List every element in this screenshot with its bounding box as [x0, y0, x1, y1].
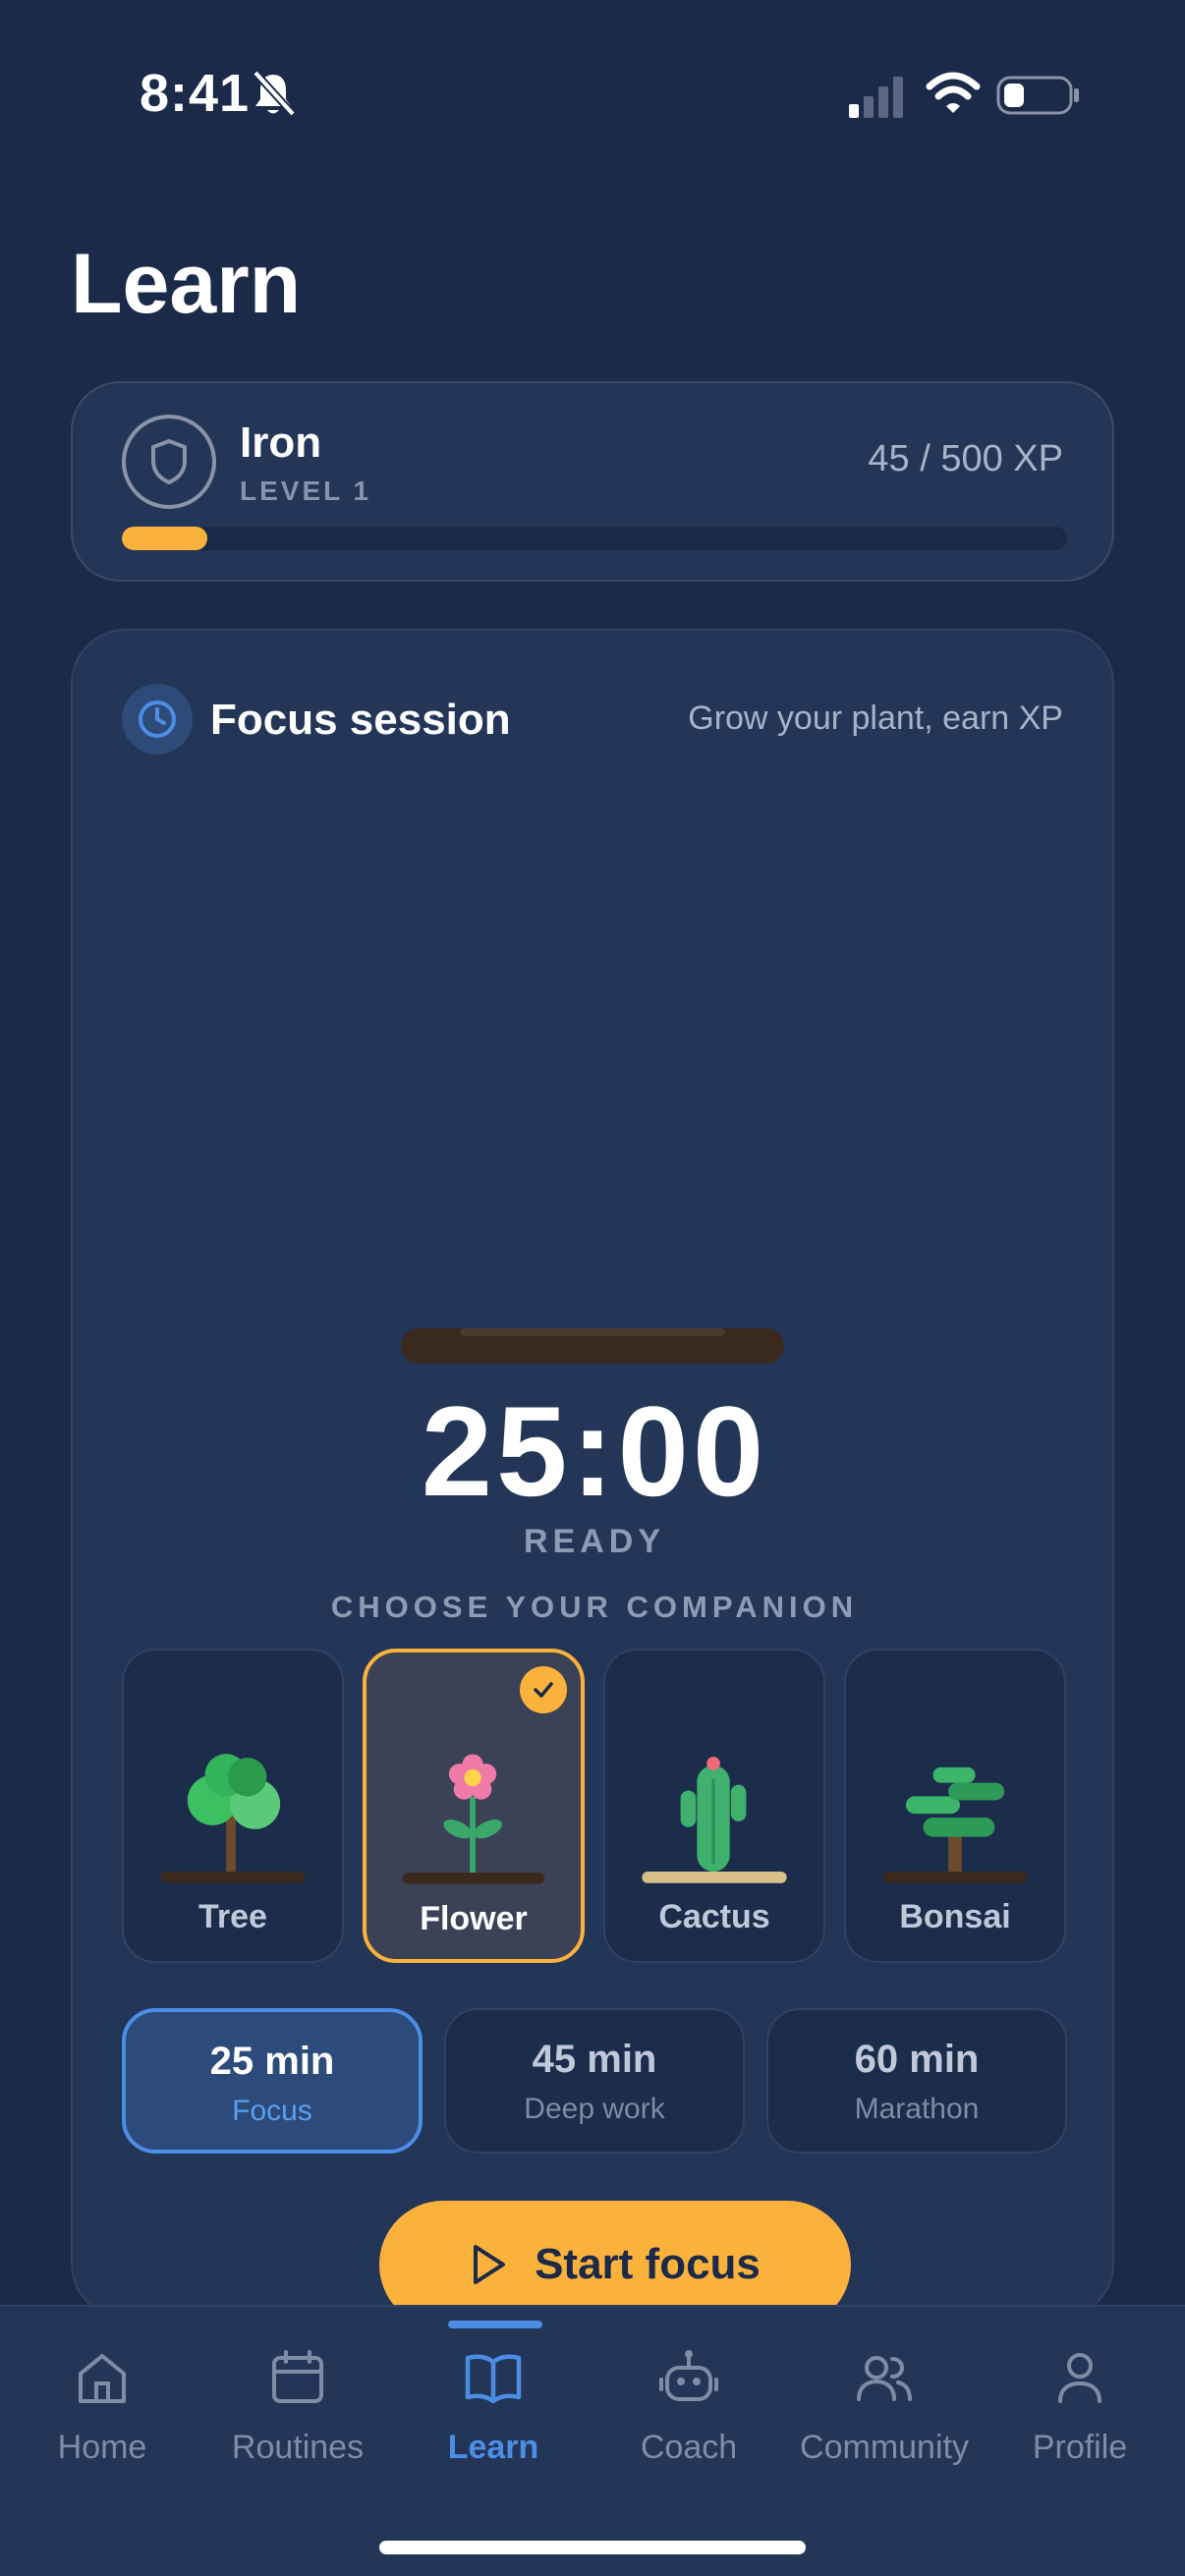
companion-cactus[interactable]: Cactus	[603, 1649, 825, 1963]
companion-tree[interactable]: Tree	[122, 1649, 344, 1963]
robot-icon	[659, 2350, 718, 2401]
companion-label: Flower	[420, 1900, 528, 1937]
companion-label: Bonsai	[899, 1898, 1011, 1935]
page-title: Learn	[71, 237, 302, 331]
tab-learn[interactable]: Learn	[395, 2346, 592, 2493]
tab-label: Community	[800, 2429, 969, 2466]
bottom-tab-bar: Home Routines Learn Coach Community Prof…	[0, 2305, 1185, 2576]
status-bar: 8:41	[0, 0, 1185, 187]
xp-progress-fill	[122, 527, 207, 550]
home-indicator	[379, 2541, 806, 2554]
duration-mode: Deep work	[524, 2093, 665, 2125]
soil-highlight	[460, 1328, 725, 1336]
tab-routines[interactable]: Routines	[199, 2346, 396, 2493]
companion-picker: Tree Flower Cactus Bonsai	[122, 1649, 1067, 1963]
duration-time: 25 min	[209, 2040, 335, 2083]
tab-community[interactable]: Community	[786, 2346, 983, 2493]
level-card[interactable]: Iron LEVEL 1 45 / 500 XP	[71, 381, 1114, 582]
companion-flower[interactable]: Flower	[363, 1649, 585, 1963]
tab-label: Routines	[231, 2429, 365, 2466]
timer-state: READY	[523, 1523, 666, 1560]
duration-25-min[interactable]: 25 min Focus	[122, 2008, 423, 2154]
companion-label: Cactus	[658, 1898, 770, 1935]
cellular-signal-icon	[849, 77, 903, 118]
cactus-icon	[642, 1757, 787, 1883]
calendar-icon	[272, 2350, 323, 2403]
duration-time: 60 min	[854, 2038, 980, 2081]
duration-picker: 25 min Focus 45 min Deep work 60 min Mar…	[122, 2008, 1067, 2154]
play-icon	[474, 2245, 506, 2284]
tree-icon	[160, 1754, 306, 1883]
duration-45-min[interactable]: 45 min Deep work	[444, 2008, 745, 2154]
duration-mode: Focus	[232, 2095, 312, 2127]
tab-home[interactable]: Home	[4, 2346, 200, 2493]
tab-profile[interactable]: Profile	[982, 2346, 1178, 2493]
companion-label: Tree	[198, 1898, 267, 1935]
checkmark-icon	[520, 1666, 567, 1713]
battery-icon	[996, 76, 1079, 115]
duration-time: 45 min	[532, 2038, 657, 2081]
status-time: 8:41	[140, 64, 251, 123]
book-icon	[465, 2354, 522, 2404]
level-name: Iron	[240, 419, 322, 467]
plant-soil	[401, 1328, 784, 1364]
home-icon	[79, 2354, 126, 2403]
tab-label: Profile	[1032, 2429, 1128, 2466]
focus-title: Focus session	[210, 696, 511, 744]
tab-label: Learn	[447, 2429, 539, 2466]
tab-label: Home	[57, 2429, 147, 2466]
focus-session-card: Focus session Grow your plant, earn XP 2…	[71, 629, 1114, 2319]
users-icon	[857, 2356, 912, 2401]
active-tab-indicator	[448, 2321, 542, 2328]
wifi-icon	[926, 72, 981, 113]
focus-subtitle: Grow your plant, earn XP	[688, 700, 1063, 737]
bonsai-icon	[882, 1766, 1028, 1883]
xp-count: 45 / 500 XP	[868, 438, 1063, 479]
flower-icon	[402, 1754, 545, 1884]
duration-60-min[interactable]: 60 min Marathon	[766, 2008, 1067, 2154]
tab-label: Coach	[640, 2429, 738, 2466]
tab-coach[interactable]: Coach	[591, 2346, 787, 2493]
companion-heading: CHOOSE YOUR COMPANION	[330, 1590, 859, 1624]
xp-progress-bar	[122, 527, 1067, 550]
user-icon	[1058, 2353, 1101, 2403]
companion-bonsai[interactable]: Bonsai	[844, 1649, 1066, 1963]
timer-display: 25:00	[421, 1379, 768, 1523]
clock-icon	[122, 684, 193, 755]
start-focus-label: Start focus	[535, 2240, 761, 2288]
duration-mode: Marathon	[854, 2093, 980, 2125]
bell-muted-icon	[253, 70, 296, 117]
shield-icon	[122, 415, 216, 509]
level-number: LEVEL 1	[240, 476, 372, 506]
